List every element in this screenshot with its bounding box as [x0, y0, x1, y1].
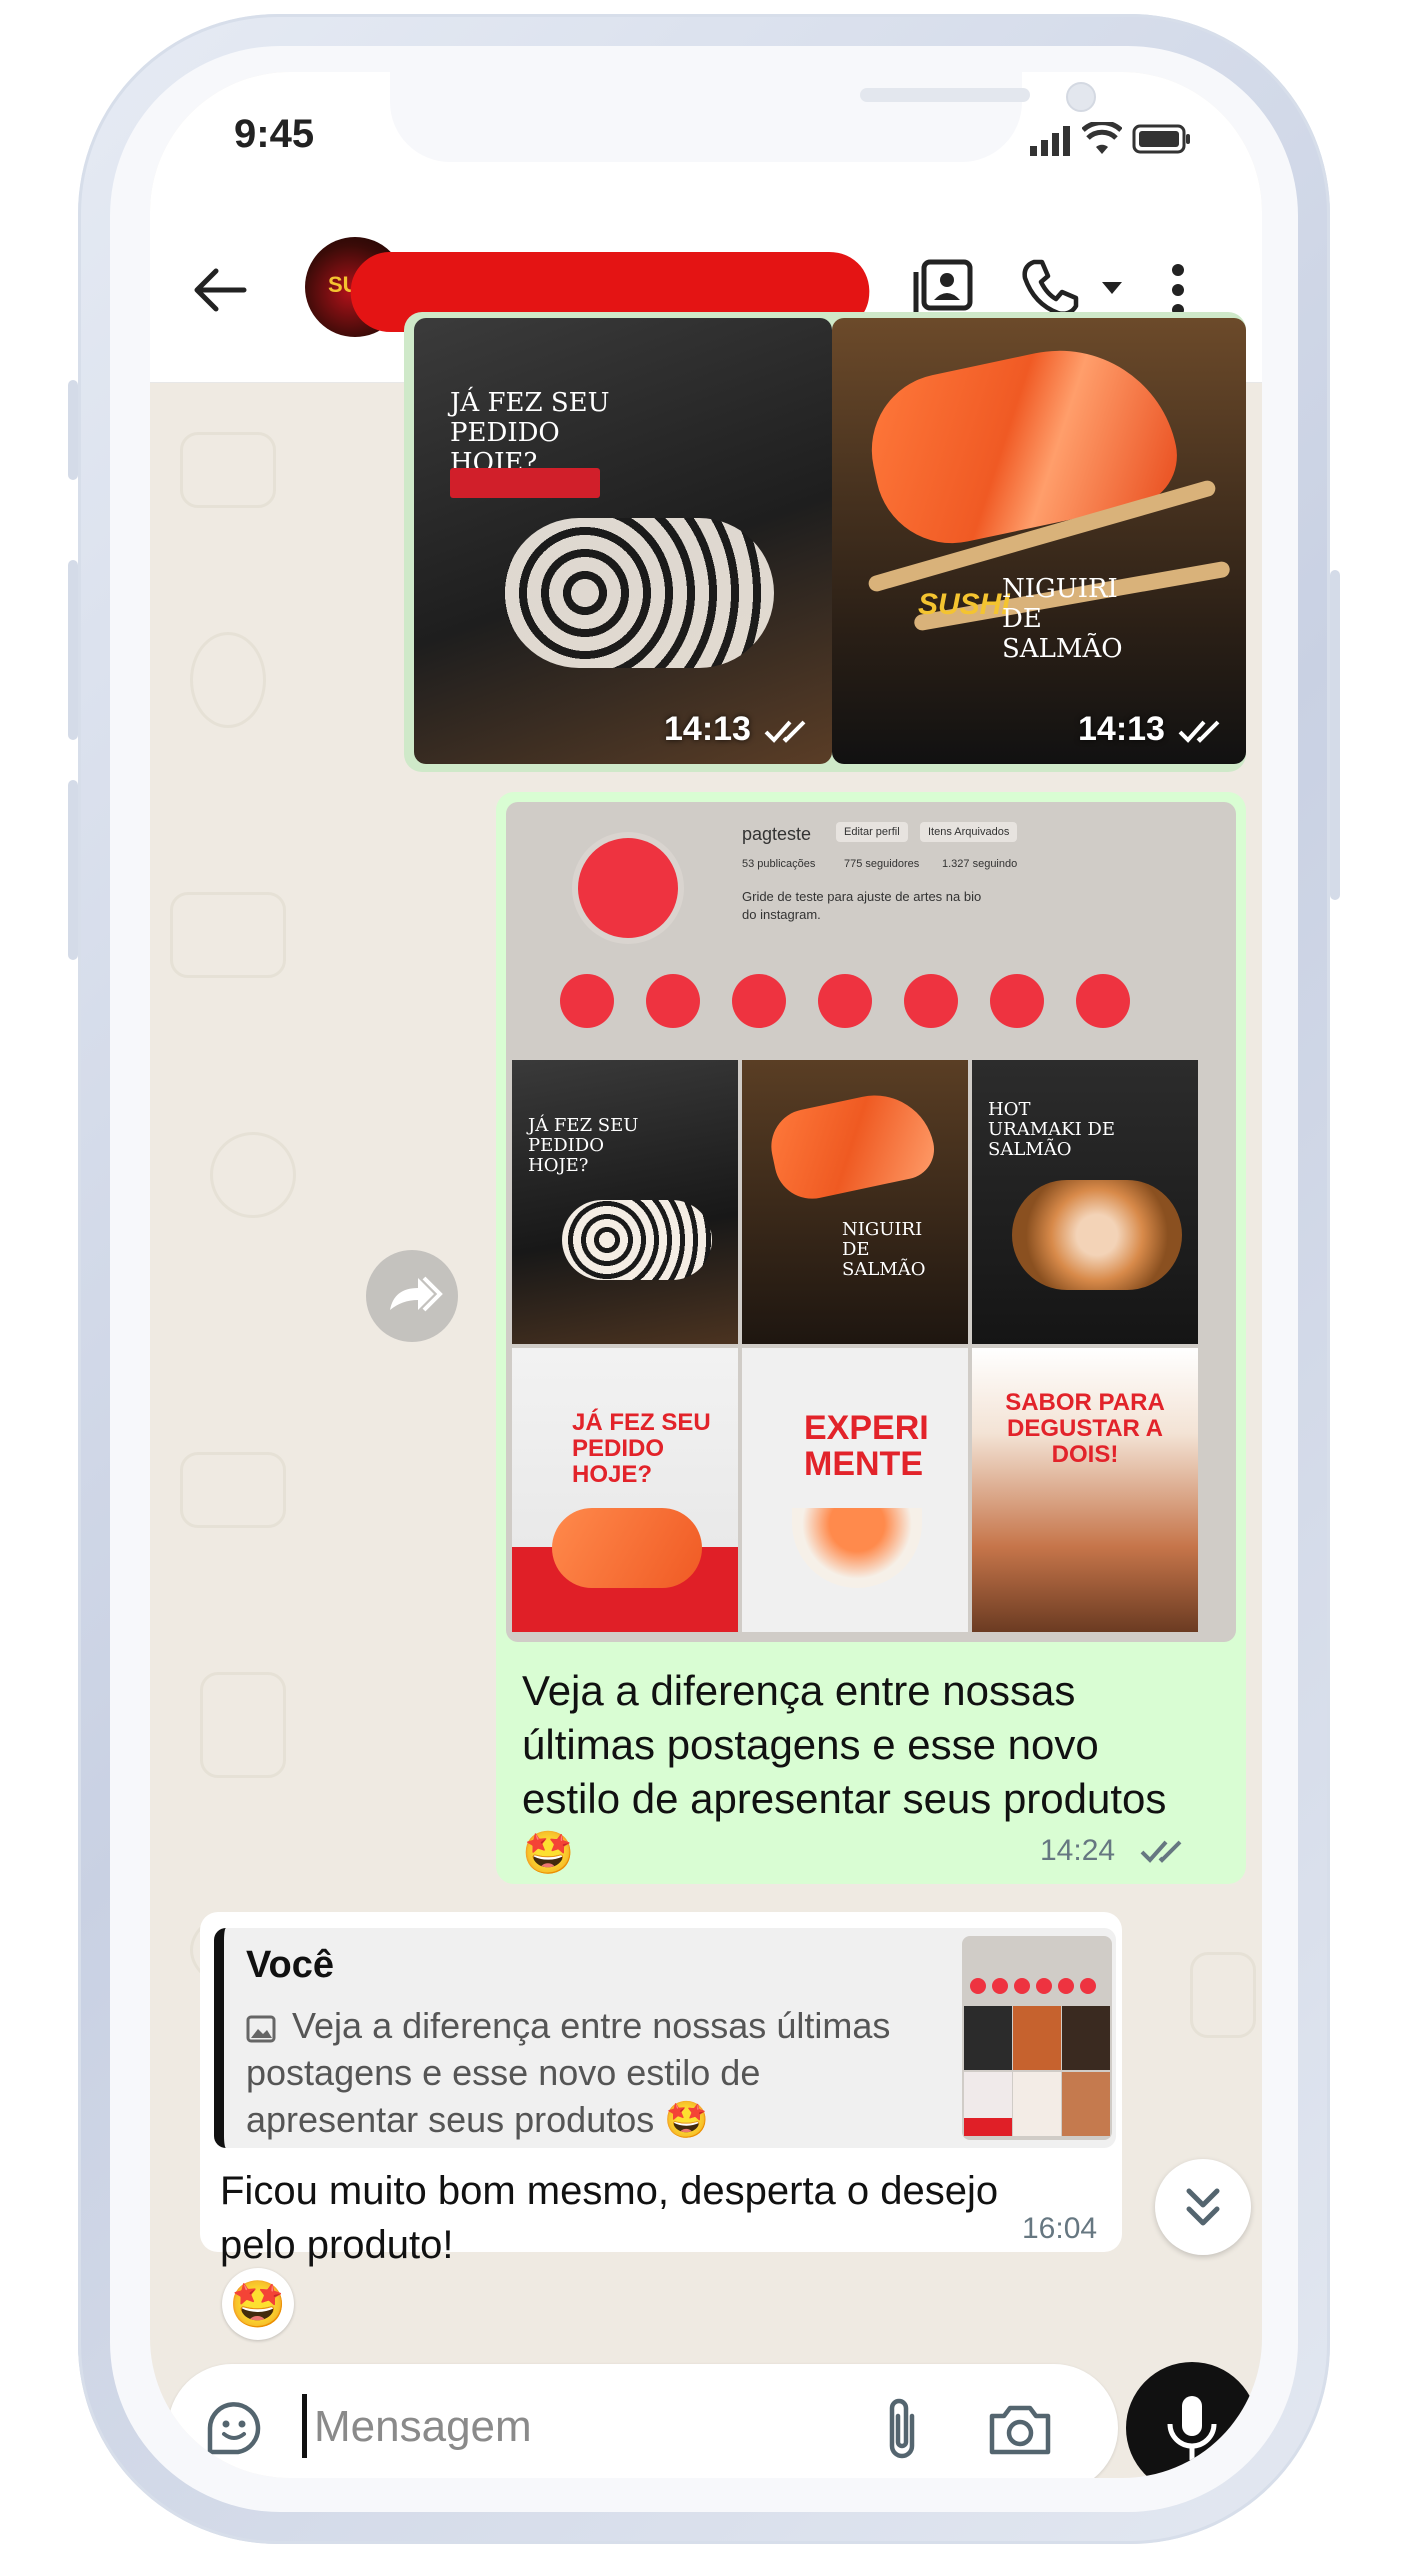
contact-card-icon[interactable] [912, 258, 976, 320]
profile-bio: Gride de teste para ajuste de artes na b… [742, 889, 982, 922]
archived-button: Itens Arquivados [920, 822, 1018, 842]
photo-caption: NIGUIRI DE SALMÃO [1002, 574, 1123, 664]
phone-icon[interactable] [1020, 258, 1080, 318]
paperclip-icon[interactable] [880, 2394, 924, 2469]
volume-button [68, 380, 78, 480]
message-time: 16:04 [1022, 2212, 1098, 2245]
grid-tile: SABOR PARA DEGUSTAR A DOIS! [972, 1348, 1198, 1632]
profile-picture [578, 838, 678, 938]
forward-button[interactable] [366, 1250, 458, 1342]
grid-tile: HOT URAMAKI DE SALMÃO [972, 1060, 1198, 1344]
volume-button [68, 560, 78, 740]
scroll-down-button[interactable] [1155, 2159, 1251, 2255]
album-photo[interactable]: SUSHI NIGUIRI DE SALMÃO 14:13 [832, 318, 1246, 764]
photo-caption: JÁ FEZ SEU PEDIDO HOJE? [450, 388, 610, 478]
grid-tile-label: EXPERI MENTE [804, 1409, 929, 1483]
message-time: 14:13 [664, 710, 751, 748]
story-highlight [732, 974, 786, 1028]
grid-tile-label: JÁ FEZ SEU PEDIDO HOJE? [572, 1409, 711, 1488]
mic-button[interactable] [1126, 2362, 1258, 2478]
album-photo[interactable]: JÁ FEZ SEU PEDIDO HOJE? 14:13 [414, 318, 832, 764]
mic-icon [1167, 2396, 1217, 2460]
double-check-icon [764, 718, 814, 749]
message-composer: Mensagem [168, 2364, 1118, 2478]
grid-tile-label: JÁ FEZ SEU PEDIDO HOJE? [528, 1115, 639, 1176]
grid-tile: JÁ FEZ SEU PEDIDO HOJE? [512, 1060, 738, 1344]
status-bar: 9:45 [150, 72, 1262, 192]
story-highlight [818, 974, 872, 1028]
profile-name: pagteste [742, 824, 812, 844]
phone-screen: 9:45 SUSHI JÁ FEZ [150, 72, 1262, 2478]
battery-icon [1132, 124, 1192, 159]
grid-tile: JÁ FEZ SEU PEDIDO HOJE? [512, 1348, 738, 1632]
camera-icon[interactable] [988, 2402, 1052, 2461]
power-button [1330, 570, 1340, 900]
story-highlight [904, 974, 958, 1028]
more-vertical-icon[interactable] [1170, 262, 1186, 318]
story-highlight [1076, 974, 1130, 1028]
sticker-icon[interactable] [204, 2398, 264, 2463]
wifi-icon [1081, 120, 1123, 161]
grid-tile: NIGUIRI DE SALMÃO [742, 1060, 968, 1344]
back-arrow-icon[interactable] [192, 267, 248, 313]
following-count: 1.327 seguindo [942, 858, 1018, 870]
grid-tile-label: SABOR PARA DEGUSTAR A DOIS! [1005, 1389, 1165, 1468]
quoted-author: Você [246, 1944, 335, 1986]
followers-count: 775 seguidores [844, 858, 920, 870]
text-cursor [302, 2394, 307, 2458]
edit-profile-button: Editar perfil [836, 822, 908, 842]
story-highlight [560, 974, 614, 1028]
notch [390, 72, 1096, 162]
quoted-text: Veja a diferença entre nossas últimas po… [246, 2005, 891, 2140]
double-chevron-down-icon [1186, 2188, 1220, 2226]
caret-down-icon[interactable] [1100, 280, 1124, 296]
status-time: 9:45 [234, 112, 315, 156]
grid-tile-label: HOT URAMAKI DE SALMÃO [988, 1099, 1116, 1160]
grid-tile-label: NIGUIRI DE SALMÃO [842, 1219, 926, 1280]
reaction-emoji[interactable]: 🤩 [222, 2268, 294, 2340]
grid-tile: EXPERI MENTE [742, 1348, 968, 1632]
instagram-grid-image[interactable]: pagteste Editar perfil Itens Arquivados … [506, 802, 1236, 1642]
signal-icon [1030, 126, 1074, 161]
brand-logo-text: SUSHI [918, 588, 1010, 621]
speaker [860, 88, 1030, 102]
salmon-niguiri [857, 328, 1187, 558]
quoted-thumbnail [962, 1936, 1112, 2140]
message-time: 14:13 [1078, 710, 1165, 748]
double-check-icon [1178, 718, 1228, 749]
reply-text: Ficou muito bom mesmo, desperta o desejo… [220, 2169, 999, 2267]
story-highlight [990, 974, 1044, 1028]
message-time: 14:24 [1040, 1834, 1116, 1867]
front-camera [1066, 82, 1096, 112]
publications-count: 53 publicações [742, 858, 816, 870]
double-check-icon [1140, 1838, 1190, 1869]
volume-button [68, 780, 78, 960]
sushi-roll [504, 518, 774, 668]
forward-icon [390, 1276, 443, 1312]
message-input[interactable]: Mensagem [314, 2402, 532, 2452]
quoted-message[interactable]: Você Veja a diferença entre nossas últim… [214, 1928, 1116, 2148]
story-highlight [646, 974, 700, 1028]
